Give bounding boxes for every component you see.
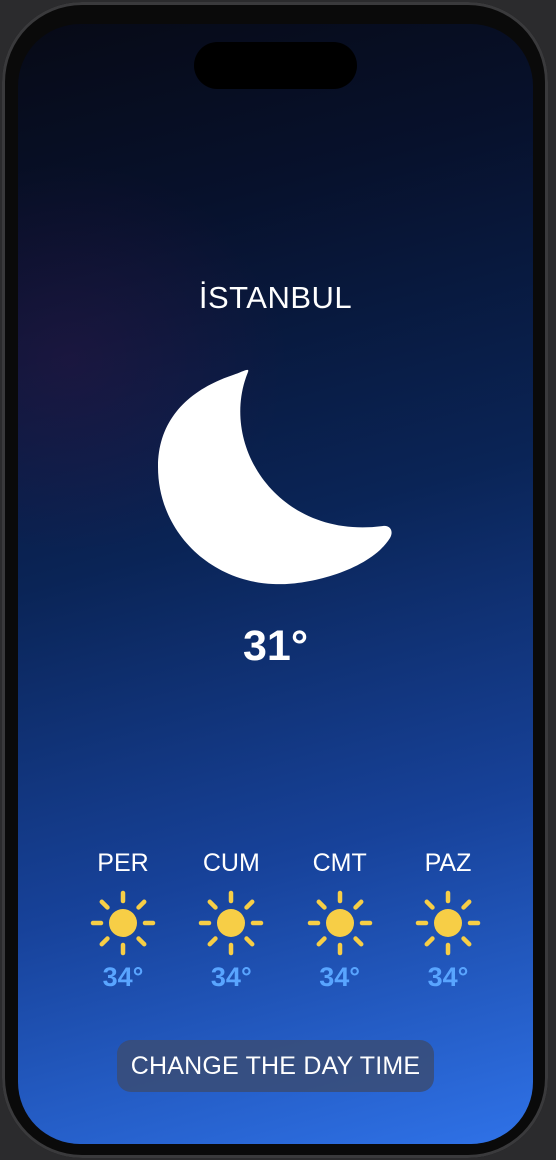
forecast-row: PER 34° CUM 34° CMT 34° PAZ 34° — [78, 848, 493, 1008]
day-label: PAZ — [424, 849, 472, 877]
change-day-time-button[interactable]: CHANGE THE DAY TIME — [117, 1040, 434, 1092]
sun-icon — [415, 890, 481, 956]
day-label: PER — [97, 849, 149, 877]
forecast-day: CUM 34° — [186, 848, 276, 1008]
current-temperature: 31° — [242, 622, 309, 670]
day-temperature: 34° — [427, 962, 469, 992]
day-label: CMT — [312, 849, 367, 877]
forecast-day: CMT 34° — [295, 848, 385, 1008]
moon-icon — [158, 369, 392, 585]
device-bezel: İSTANBUL 31° PER 34° CUM 34° CMT 34° PAZ… — [2, 2, 548, 1158]
sun-icon — [199, 890, 264, 956]
day-temperature: 34° — [102, 962, 144, 992]
city-name: İSTANBUL — [198, 280, 353, 315]
sun-icon — [307, 890, 372, 956]
day-temperature: 34° — [319, 962, 361, 992]
forecast-day: PER 34° — [78, 848, 168, 1008]
day-label: CUM — [202, 849, 260, 877]
dynamic-island — [194, 42, 357, 89]
forecast-day: PAZ 34° — [403, 848, 493, 1008]
device-frame: İSTANBUL 31° PER 34° CUM 34° CMT 34° PAZ… — [0, 0, 556, 1160]
app-screen: İSTANBUL 31° PER 34° CUM 34° CMT 34° PAZ… — [18, 24, 533, 1144]
day-temperature: 34° — [210, 962, 252, 992]
sun-icon — [90, 890, 156, 956]
